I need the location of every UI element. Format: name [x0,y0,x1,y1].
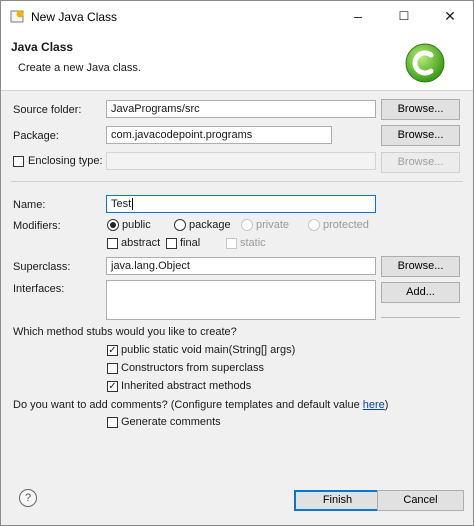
modifier-protected-radio [308,219,320,231]
comments-question: Do you want to add comments? (Configure … [13,399,388,411]
modifier-final-checkbox[interactable] [166,238,177,249]
name-label: Name: [13,199,46,211]
stub-constructors-checkbox[interactable] [107,363,118,374]
stub-main-label: public static void main(String[] args) [121,344,296,356]
superclass-input[interactable]: java.lang.Object [106,257,376,275]
package-label: Package: [13,130,59,142]
modifier-package-radio[interactable] [174,219,186,231]
generate-comments-label: Generate comments [121,416,221,428]
stub-main-checkbox[interactable]: ✓ [107,345,118,356]
modifier-public-label: public [122,219,151,231]
minimize-button[interactable]: – [335,1,381,32]
modifier-package-label: package [189,219,231,231]
modifiers-label: Modifiers: [13,220,61,232]
modifier-static-label: static [240,237,266,249]
class-name-value: Test [111,198,132,210]
enclosing-type-input [106,152,376,170]
window-title: New Java Class [31,10,118,24]
comments-question-end: ) [384,399,389,411]
dialog-window: New Java Class – ☐ ✕ Java Class Create a… [0,0,474,526]
modifier-protected-label: protected [323,219,369,231]
modifier-final-label: final [180,237,201,249]
source-folder-input[interactable]: JavaPrograms/src [106,100,376,118]
wizard-banner: Java Class Create a new Java class. [1,32,473,91]
stub-inherited-label: Inherited abstract methods [121,380,252,392]
maximize-button[interactable]: ☐ [381,1,427,32]
java-class-logo-icon [405,43,445,83]
interfaces-label: Interfaces: [13,283,65,295]
modifier-public-radio[interactable] [107,219,119,231]
generate-comments-checkbox[interactable] [107,417,118,428]
page-subtitle: Create a new Java class. [18,62,141,74]
window-app-icon [10,10,24,23]
enclosing-type-checkbox[interactable] [13,156,24,167]
interfaces-add-button[interactable]: Add... [381,282,460,303]
help-icon[interactable]: ? [19,489,37,507]
modifier-abstract-label: abstract [121,237,161,249]
close-button[interactable]: ✕ [427,1,473,32]
superclass-label: Superclass: [13,261,71,273]
superclass-browse-button[interactable]: Browse... [381,256,460,277]
separator [11,181,463,182]
interfaces-list-scroll-edge [381,317,460,318]
package-browse-button[interactable]: Browse... [381,125,460,146]
enclosing-type-label: Enclosing type: [28,155,103,167]
configure-templates-link[interactable]: here [363,399,385,411]
modifier-static-checkbox [226,238,237,249]
modifier-private-label: private [256,219,290,231]
source-folder-browse-button[interactable]: Browse... [381,99,460,120]
modifier-abstract-checkbox[interactable] [107,238,118,249]
finish-button[interactable]: Finish [294,490,381,511]
stub-constructors-label: Constructors from superclass [121,362,265,374]
comments-question-text: Do you want to add comments? (Configure … [13,399,363,411]
enclosing-type-browse-button: Browse... [381,152,460,173]
class-name-input[interactable]: Test [106,195,376,213]
source-folder-label: Source folder: [13,104,82,116]
page-title: Java Class [11,40,74,54]
modifier-private-radio [241,219,253,231]
interfaces-list[interactable] [106,280,376,320]
stub-inherited-checkbox[interactable]: ✓ [107,381,118,392]
package-input[interactable]: com.javacodepoint.programs [106,126,332,144]
cancel-button[interactable]: Cancel [377,490,464,511]
method-stubs-question: Which method stubs would you like to cre… [13,326,237,338]
title-bar: New Java Class – ☐ ✕ [1,1,473,32]
